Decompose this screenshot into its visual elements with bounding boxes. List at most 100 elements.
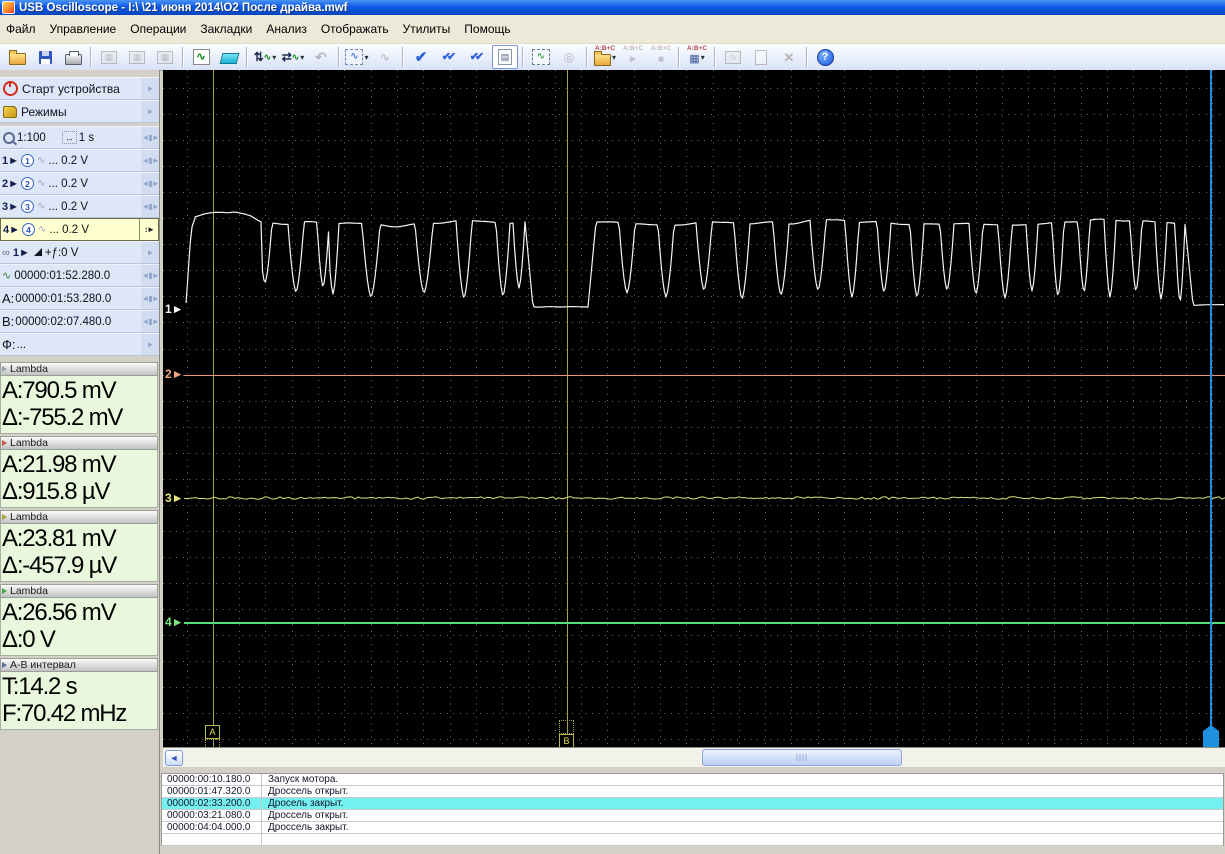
print-button[interactable] — [60, 45, 86, 69]
marker-a-label[interactable]: A — [205, 725, 220, 739]
sidebar-row-trigger-row[interactable]: ∞1►+ƒ:0 V► — [0, 241, 159, 264]
vertical-scale-icon: ⇅ — [254, 51, 272, 63]
position-cursor-line[interactable] — [1210, 70, 1212, 747]
measure-panel-5: A-B интервалT:14.2 sF:70.42 mHz — [0, 658, 158, 730]
help-button[interactable]: ? — [812, 45, 838, 69]
channel-adjust-icon[interactable]: ◄▮► — [140, 173, 159, 194]
sidebar-row-channel-3[interactable]: 3►3∿... 0.2 V◄▮► — [0, 195, 159, 218]
row-value[interactable]: ... — [17, 339, 27, 351]
menu-item-Анализ[interactable]: Анализ — [260, 19, 315, 39]
sidebar-row-scale-row[interactable]: 1:100↔1 s◄▮► — [0, 126, 159, 149]
menu-item-Утилиты[interactable]: Утилиты — [397, 19, 459, 39]
measure-overlay-button[interactable]: ∿▾ — [344, 45, 370, 69]
event-row-4[interactable]: 00000:03:21.080.0Дроссель открыт. — [162, 810, 1223, 822]
panel-header[interactable]: Lambda — [0, 362, 158, 376]
sidebar-row-marker-a-time[interactable]: A:00000:01:53.280.0◄▮► — [0, 287, 159, 310]
help-icon: ? — [817, 49, 834, 66]
accept-button[interactable]: ✔ — [408, 45, 434, 69]
expand-arrow-icon[interactable]: ► — [140, 334, 159, 355]
sidebar-row-channel-4[interactable]: 4►4∿... 0.2 V↕► — [0, 218, 159, 241]
checklist-button[interactable]: ▤ — [492, 45, 518, 69]
marker-b-handle[interactable] — [559, 720, 574, 734]
dropdown-arrow-icon[interactable]: ▾ — [272, 53, 276, 62]
accept-next-button[interactable]: ✔✔ — [464, 45, 490, 69]
sidebar-row-phase-row[interactable]: Ф:...► — [0, 333, 159, 356]
abc-play-button: ►A:B+C — [620, 45, 646, 69]
panel-header[interactable]: Lambda — [0, 436, 158, 450]
channel-scale[interactable]: ... 0.2 V — [48, 178, 88, 190]
menu-item-Помощь[interactable]: Помощь — [458, 19, 518, 39]
sidebar-row-channel-2[interactable]: 2►2∿... 0.2 V◄▮► — [0, 172, 159, 195]
row-value[interactable]: 00000:01:53.280.0 — [15, 293, 111, 305]
select-region-button[interactable]: ∿ — [528, 45, 554, 69]
sidebar-row-modes[interactable]: Режимы► — [0, 100, 159, 123]
dropdown-arrow-icon[interactable]: ▾ — [300, 53, 304, 62]
measure-value: F:70.42 mHz — [2, 700, 157, 727]
menu-item-Операции[interactable]: Операции — [124, 19, 194, 39]
dropdown-arrow-icon[interactable]: ▾ — [612, 53, 616, 62]
channel-adjust-icon[interactable]: ◄▮► — [140, 196, 159, 217]
channel-4-marker[interactable]: 4► — [165, 615, 184, 629]
trigger-level[interactable]: +ƒ:0 V — [45, 247, 79, 259]
row-value[interactable]: 00000:02:07.480.0 — [15, 316, 111, 328]
sidebar-row-start-device[interactable]: Старт устройства► — [0, 77, 159, 100]
channel-3-marker[interactable]: 3► — [165, 491, 184, 505]
channel-scale[interactable]: ... 0.2 V — [48, 201, 88, 213]
sidebar-row-channel-1[interactable]: 1►1∿... 0.2 V◄▮► — [0, 149, 159, 172]
panel-header[interactable]: Lambda — [0, 510, 158, 524]
menu-item-Файл[interactable]: Файл — [0, 19, 44, 39]
adjust-arrows-icon[interactable]: ◄▮► — [140, 288, 159, 309]
expand-arrow-icon[interactable]: ► — [140, 242, 159, 263]
accept-all-button[interactable]: ✔✔ — [436, 45, 462, 69]
channel-badge-icon[interactable]: 4 — [22, 223, 35, 236]
zoom-ratio[interactable]: 1:100 — [17, 132, 46, 144]
scroll-thumb[interactable] — [702, 749, 902, 766]
panel-header[interactable]: A-B интервал — [0, 658, 158, 672]
channel-badge-icon[interactable]: 3 — [21, 200, 34, 213]
vertical-scale-button[interactable]: ⇅▾ — [252, 45, 278, 69]
menu-item-Отображать[interactable]: Отображать — [315, 19, 397, 39]
channel-1-marker[interactable]: 1► — [165, 302, 184, 316]
scroll-left-button[interactable]: ◄ — [165, 750, 183, 766]
expand-arrow-icon[interactable]: ► — [140, 101, 159, 122]
dropdown-arrow-icon[interactable]: ▾ — [701, 53, 705, 62]
dropdown-arrow-icon[interactable]: ▾ — [364, 53, 368, 62]
channel-badge-icon[interactable]: 2 — [21, 177, 34, 190]
event-row-6[interactable] — [162, 834, 1223, 846]
oscilloscope-display[interactable]: 1► 2► 3► 4► A B — [163, 70, 1225, 747]
panel-header[interactable]: Lambda — [0, 584, 158, 598]
channel-adjust-icon[interactable]: ◄▮► — [140, 150, 159, 171]
open-file-button[interactable] — [4, 45, 30, 69]
menu-item-Закладки[interactable]: Закладки — [194, 19, 260, 39]
trigger-slope-icon[interactable] — [34, 248, 42, 256]
expand-arrow-icon[interactable]: ► — [140, 78, 159, 99]
event-row-3[interactable]: 00000:02:33.200.0Дросель закрыт. — [162, 798, 1223, 810]
horizontal-scale-button[interactable]: ⇄▾ — [280, 45, 306, 69]
menu-item-Управление[interactable]: Управление — [44, 19, 125, 39]
row-value[interactable]: 00000:01:52.280.0 — [14, 270, 110, 282]
channel-scale[interactable]: ... 0.2 V — [49, 224, 89, 236]
adjust-arrows-icon[interactable]: ◄▮► — [140, 265, 159, 286]
save-file-button[interactable] — [32, 45, 58, 69]
event-row-2[interactable]: 00000:01:47.320.0Дроссель открыт. — [162, 786, 1223, 798]
channel-badge-icon[interactable]: 1 — [21, 154, 34, 167]
single-capture-button[interactable]: ∿ — [188, 45, 214, 69]
event-row-1[interactable]: 00000:00:10.180.0Запуск мотора. — [162, 774, 1223, 786]
abc-open-button[interactable]: A:B+C▾ — [592, 45, 618, 69]
time-per-div[interactable]: 1 s — [79, 132, 94, 144]
adjust-arrows-icon[interactable]: ◄▮► — [140, 311, 159, 332]
panel-body: A:21.98 mVΔ:915.8 µV — [0, 450, 158, 508]
marker-b-label[interactable]: B — [559, 734, 574, 747]
channel-adjust-icon[interactable]: ↕► — [139, 219, 158, 240]
event-row-5[interactable]: 00000:04:04.000.0Дроссель закрыт. — [162, 822, 1223, 834]
measure-value: Δ:0 V — [2, 626, 157, 653]
sidebar-row-sweep-time[interactable]: ∿00000:01:52.280.0◄▮► — [0, 264, 159, 287]
horizontal-scale-icon: ⇄ — [282, 51, 300, 63]
channel-2-marker[interactable]: 2► — [165, 367, 184, 381]
channel-scale[interactable]: ... 0.2 V — [48, 155, 88, 167]
marker-a-handle[interactable] — [205, 739, 220, 747]
adjust-arrows-icon[interactable]: ◄▮► — [140, 127, 159, 148]
sidebar-row-marker-b-time[interactable]: B:00000:02:07.480.0◄▮► — [0, 310, 159, 333]
pan-tool-button[interactable] — [216, 45, 242, 69]
abc-panel-button[interactable]: ▦A:B+C▾ — [684, 45, 710, 69]
